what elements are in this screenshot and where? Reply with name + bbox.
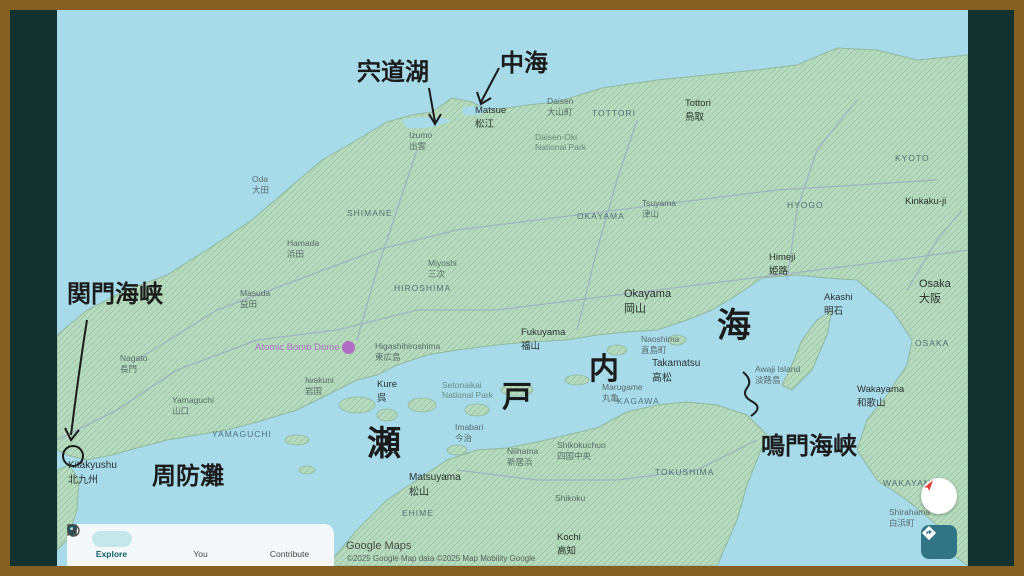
label-kochi[interactable]: Kochi 高知 <box>557 532 581 557</box>
label-miyoshi[interactable]: Miyoshi 三次 <box>428 258 457 280</box>
label-hamada[interactable]: Hamada 浜田 <box>287 238 319 260</box>
label-takamatsu[interactable]: Takamatsu 高松 <box>652 358 700 384</box>
tab-explore[interactable]: Explore <box>67 524 156 566</box>
tab-you[interactable]: You <box>67 524 245 566</box>
label-himeji[interactable]: Himeji 姫路 <box>769 252 795 277</box>
label-naoshima[interactable]: Naoshima 直島町 <box>641 334 679 356</box>
tab-explore-label: Explore <box>95 549 128 559</box>
label-yamaguchi-pref: YAMAGUCHI <box>212 429 272 439</box>
label-wakayama[interactable]: Wakayama 和歌山 <box>857 384 904 409</box>
label-awaji[interactable]: Awaji Island 淡路島 <box>755 364 800 386</box>
label-kagawa: KAGAWA <box>617 396 660 406</box>
tab-contribute-label: Contribute <box>269 549 310 559</box>
label-matsue[interactable]: Matsue 松江 <box>475 105 506 130</box>
handwritten-suonada: 周防灘 <box>152 461 224 490</box>
label-imabari[interactable]: Imabari 今治 <box>455 422 483 444</box>
label-tokushima: TOKUSHIMA <box>655 467 715 477</box>
label-hiroshima-pref: HIROSHIMA <box>394 283 452 293</box>
label-atomic-bomb-dome[interactable]: Atomic Bomb Dome <box>255 341 356 354</box>
directions-icon <box>921 525 937 541</box>
map-view[interactable]: Matsue 松江 Izumo 出雲 Daisen 大山町 TOTTORI Totto… <box>57 10 968 566</box>
bookmark-icon <box>67 524 221 547</box>
label-shikokuchuo[interactable]: Shikokuchuo 四国中央 <box>557 440 606 462</box>
label-higashihiroshima[interactable]: Higashihiroshima 東広島 <box>375 341 440 363</box>
label-kinkakuji[interactable]: Kinkaku-ji <box>905 196 946 207</box>
explore-pin-icon <box>67 524 132 547</box>
label-masuda[interactable]: Masuda 益田 <box>240 288 270 310</box>
label-okayama[interactable]: Okayama 岡山 <box>624 288 671 316</box>
handwritten-uchi: 内 <box>589 352 619 387</box>
label-fukuyama[interactable]: Fukuyama 福山 <box>521 327 565 352</box>
add-circle-icon <box>67 524 310 547</box>
label-daisen-park[interactable]: Daisen-Oki National Park <box>535 132 586 152</box>
label-izumo[interactable]: Izumo 出雲 <box>409 130 432 152</box>
label-kyoto: KYOTO <box>895 153 930 163</box>
label-yamaguchi[interactable]: Yamaguchi 山口 <box>172 395 214 417</box>
label-tottori-pref: TOTTORI <box>592 108 636 118</box>
label-kure[interactable]: Kure 呉 <box>377 379 397 404</box>
label-iwakuni[interactable]: Iwakuni 岩国 <box>305 375 334 397</box>
label-oda[interactable]: Oda 大田 <box>252 174 269 196</box>
label-hyogo: HYOGO <box>787 200 824 210</box>
annotation-arrow-nakaumi <box>480 67 500 103</box>
label-shimane: SHIMANE <box>347 208 393 218</box>
handwritten-kanmon: 関門海峡 <box>67 279 163 308</box>
handwritten-umi: 海 <box>717 306 751 346</box>
label-shikoku[interactable]: Shikoku <box>555 493 585 503</box>
handwritten-naruto: 鳴門海峡 <box>761 431 857 460</box>
label-nagato[interactable]: Nagato 長門 <box>120 353 147 375</box>
label-tsuyama[interactable]: Tsuyama 津山 <box>642 198 676 220</box>
label-osaka-pref: OSAKA <box>915 338 950 348</box>
bottom-navigation: Explore You Contribute <box>67 524 334 566</box>
compass-button[interactable] <box>921 478 957 514</box>
compass-icon <box>924 480 934 491</box>
landmark-pin-icon[interactable] <box>342 341 356 354</box>
handwritten-nakaumi: 中海 <box>500 48 548 77</box>
label-setonaikai-park[interactable]: Setonaikai National Park <box>442 380 493 400</box>
label-tottori[interactable]: Tottori 鳥取 <box>685 98 711 123</box>
handwritten-se: 瀬 <box>367 424 401 464</box>
label-niihama[interactable]: Niihama 新居浜 <box>507 446 538 468</box>
handwritten-to: 戸 <box>502 380 532 415</box>
label-okayama-pref: OKAYAMA <box>577 211 625 221</box>
label-kitakyushu[interactable]: Kitakyushu 北九州 <box>68 460 117 486</box>
label-daisen[interactable]: Daisen 大山町 <box>547 96 573 118</box>
tab-contribute[interactable]: Contribute <box>67 524 334 566</box>
tab-you-label: You <box>193 549 208 559</box>
directions-button[interactable] <box>921 525 957 559</box>
handwritten-shinjiko: 宍道湖 <box>357 57 429 86</box>
label-matsuyama[interactable]: Matsuyama 松山 <box>409 472 461 498</box>
label-akashi[interactable]: Akashi 明石 <box>824 292 853 317</box>
label-ehime: EHIME <box>402 508 434 518</box>
label-osaka[interactable]: Osaka 大阪 <box>919 278 951 306</box>
map-attribution[interactable]: ©2025 Google Map data ©2025 Map Mobility… <box>347 554 535 563</box>
google-maps-logo: Google Maps <box>346 540 412 552</box>
